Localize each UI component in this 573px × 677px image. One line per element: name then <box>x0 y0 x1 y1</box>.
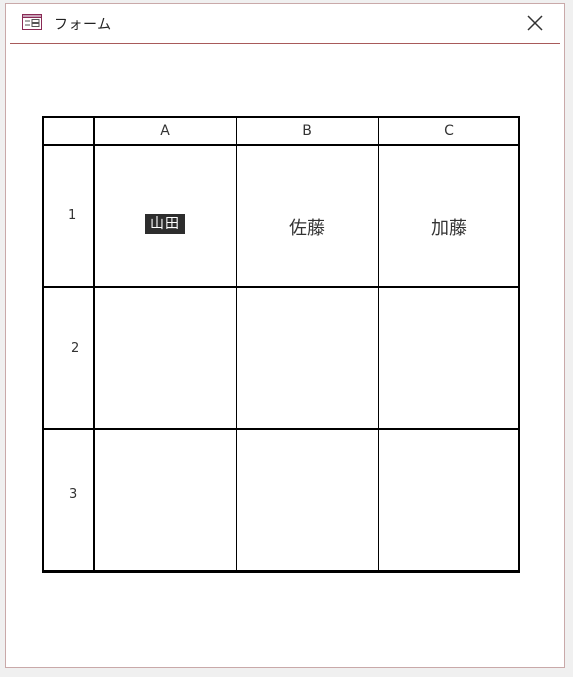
grid-line <box>236 116 237 571</box>
window-title: フォーム <box>54 17 112 33</box>
form-icon <box>22 14 42 30</box>
row-number-1: 1 <box>68 208 77 223</box>
cell-a1[interactable]: 山田 <box>145 214 185 234</box>
cell-b1[interactable]: 佐藤 <box>237 214 377 240</box>
cell-c1[interactable]: 加藤 <box>379 214 519 240</box>
grid-line <box>42 116 44 571</box>
column-header-c: C <box>444 123 454 139</box>
row-number-2: 2 <box>71 341 80 356</box>
grid-line <box>42 144 520 146</box>
grid-line <box>42 570 520 573</box>
column-header-a: A <box>160 123 170 139</box>
form-window: フォーム A B C 1 2 3 山田 佐藤 加藤 <box>5 3 565 668</box>
title-bar: フォーム <box>6 4 564 44</box>
close-icon <box>527 15 543 31</box>
column-header-b: B <box>302 123 312 139</box>
close-button[interactable] <box>524 12 546 34</box>
title-separator <box>10 43 560 44</box>
grid-line <box>42 286 520 288</box>
row-number-3: 3 <box>69 487 78 502</box>
grid-line <box>42 428 520 430</box>
grid-line <box>93 116 95 571</box>
grid-line <box>42 116 520 118</box>
grid-line <box>378 116 379 571</box>
grid-line <box>518 116 520 571</box>
